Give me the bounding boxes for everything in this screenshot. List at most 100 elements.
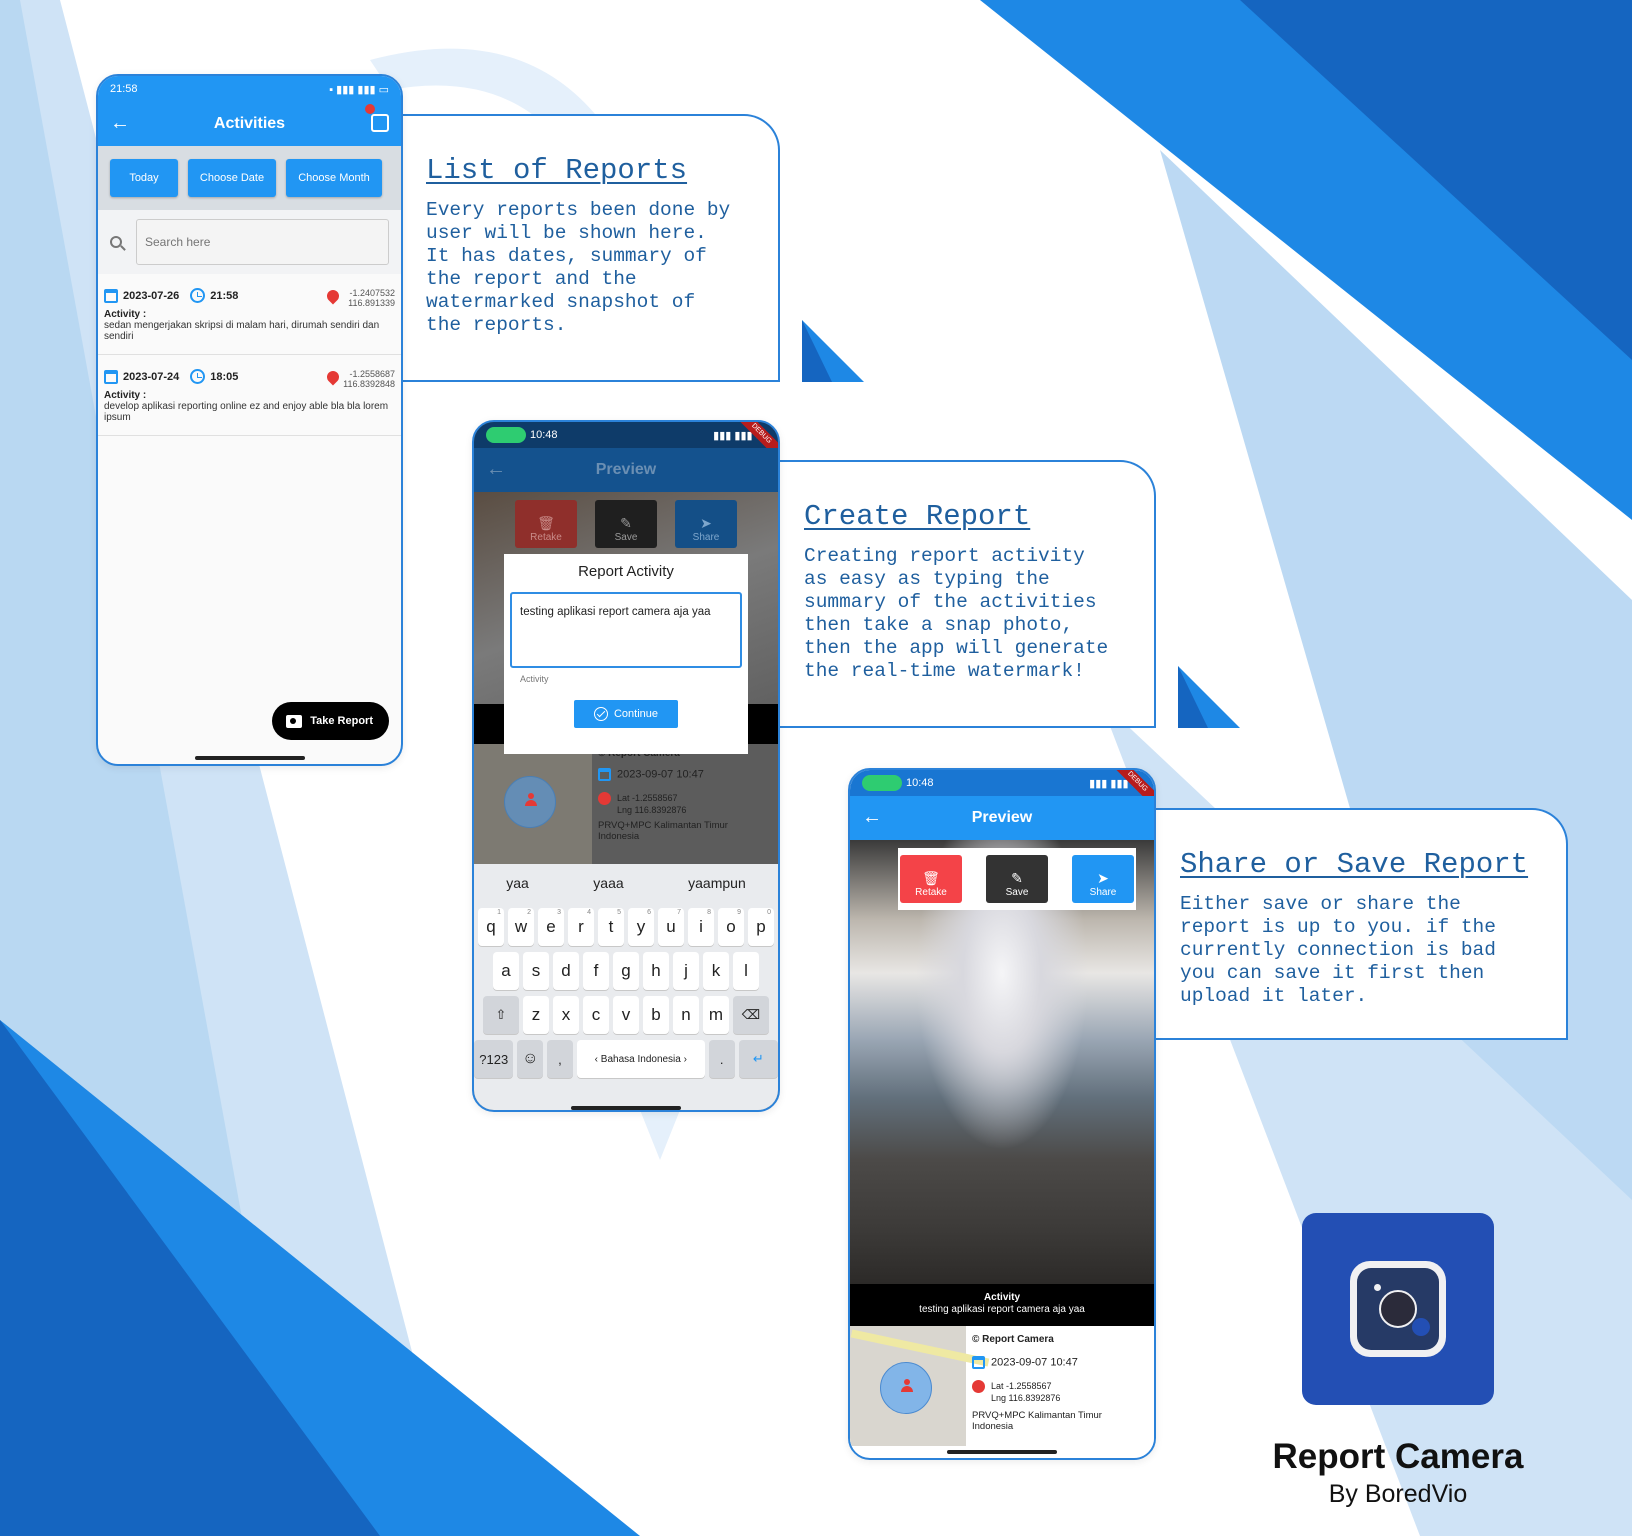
status-time: 10:48 bbox=[530, 428, 558, 441]
key-k[interactable]: k bbox=[703, 952, 729, 990]
lat-value: Lat -1.2558567 bbox=[991, 1380, 1052, 1391]
key-hint: 4 bbox=[587, 909, 591, 916]
take-report-button[interactable]: Take Report bbox=[272, 702, 389, 740]
key-a[interactable]: a bbox=[493, 952, 519, 990]
activity-text: testing aplikasi report camera aja yaa bbox=[919, 1304, 1085, 1315]
save-button[interactable]: ✎ Save bbox=[986, 855, 1048, 903]
trash-icon: 🗑 bbox=[537, 515, 555, 531]
share-label: Share bbox=[692, 532, 720, 543]
key-g[interactable]: g bbox=[613, 952, 639, 990]
key-d[interactable]: d bbox=[553, 952, 579, 990]
key-i[interactable]: i8 bbox=[688, 908, 714, 946]
key-hint: 9 bbox=[737, 909, 741, 916]
key-b[interactable]: b bbox=[643, 996, 669, 1034]
key-label: o bbox=[726, 917, 736, 936]
key-q[interactable]: q1 bbox=[478, 908, 504, 946]
suggestion-bar: yaa yaaa yaampun bbox=[474, 864, 778, 902]
key-row-4: ?123 ☺ , ‹ Bahasa Indonesia › . ↵ bbox=[474, 1040, 778, 1078]
today-button[interactable]: Today bbox=[110, 159, 178, 197]
suggestion[interactable]: yaampun bbox=[688, 875, 746, 891]
key-m[interactable]: m bbox=[703, 996, 729, 1034]
choose-month-button[interactable]: Choose Month bbox=[286, 159, 382, 197]
key-p[interactable]: p0 bbox=[748, 908, 774, 946]
camera-icon bbox=[286, 714, 303, 728]
comma-key[interactable]: , bbox=[547, 1040, 573, 1078]
key-v[interactable]: v bbox=[613, 996, 639, 1034]
share-label: Share bbox=[1089, 887, 1117, 898]
save-button[interactable]: ✎ Save bbox=[595, 500, 657, 548]
key-x[interactable]: x bbox=[553, 996, 579, 1034]
key-e[interactable]: e3 bbox=[538, 908, 564, 946]
callout-title: Share or Save Report bbox=[1180, 848, 1529, 881]
continue-button[interactable]: Continue bbox=[574, 700, 678, 728]
report-list-item[interactable]: 2023-07-26 21:58 -1.2407532 116.891339 A… bbox=[98, 274, 401, 355]
status-bar: 10:48 ▮▮▮ ▮▮▮ ▭ bbox=[474, 422, 778, 448]
share-button[interactable]: ➤ Share bbox=[1072, 855, 1134, 903]
key-u[interactable]: u7 bbox=[658, 908, 684, 946]
choose-date-button[interactable]: Choose Date bbox=[188, 159, 276, 197]
back-arrow-icon[interactable]: ← bbox=[862, 806, 882, 828]
key-hint: 2 bbox=[527, 909, 531, 916]
key-label: p bbox=[756, 917, 766, 936]
back-arrow-icon[interactable]: ← bbox=[110, 112, 130, 134]
activity-input[interactable]: testing aplikasi report camera aja yaa bbox=[510, 592, 742, 668]
key-j[interactable]: j bbox=[673, 952, 699, 990]
retake-button[interactable]: 🗑 Retake bbox=[900, 855, 962, 903]
watermark-panel: © Report Camera 2023-09-07 10:47 Lat -1.… bbox=[850, 1326, 1154, 1456]
enter-key[interactable]: ↵ bbox=[738, 1040, 778, 1078]
period-key[interactable]: . bbox=[708, 1040, 735, 1078]
app-author: By BoredVio bbox=[1328, 1480, 1468, 1508]
key-l[interactable]: l bbox=[733, 952, 759, 990]
key-f[interactable]: f bbox=[583, 952, 609, 990]
key-y[interactable]: y6 bbox=[628, 908, 654, 946]
watermark-coords: Lat -1.2558567 Lng 116.8392876 bbox=[598, 792, 686, 816]
key-t[interactable]: t5 bbox=[598, 908, 624, 946]
callout-share-save-report: Share or Save Report Either save or shar… bbox=[1156, 808, 1568, 1040]
watermark-address: PRVQ+MPC Kalimantan Timur Indonesia bbox=[972, 1410, 1102, 1432]
watermark-brand: © Report Camera bbox=[972, 1334, 1054, 1345]
activity-input-label: Activity bbox=[520, 674, 549, 684]
dialog-title: Report Activity bbox=[578, 563, 674, 580]
status-time: 21:58 bbox=[110, 83, 138, 95]
key-n[interactable]: n bbox=[673, 996, 699, 1034]
checklist-icon[interactable] bbox=[371, 114, 389, 132]
emoji-key[interactable]: ☺ bbox=[517, 1040, 544, 1078]
symbols-key[interactable]: ?123 bbox=[474, 1040, 514, 1078]
report-date: 2023-07-24 bbox=[123, 370, 180, 383]
retake-button[interactable]: 🗑 Retake bbox=[515, 500, 577, 548]
report-list-item[interactable]: 2023-07-24 18:05 -1.2558687 116.8392848 … bbox=[98, 355, 401, 436]
key-c[interactable]: c bbox=[583, 996, 609, 1034]
phone-activities-screen: 21:58 ▪ ▮▮▮ ▮▮▮ ▭ ← Activities Today Cho… bbox=[96, 74, 403, 766]
key-h[interactable]: h bbox=[643, 952, 669, 990]
key-z[interactable]: z bbox=[523, 996, 549, 1034]
key-s[interactable]: s bbox=[523, 952, 549, 990]
datetime-value: 2023-09-07 10:47 bbox=[991, 1356, 1078, 1369]
key-w[interactable]: w2 bbox=[508, 908, 534, 946]
key-o[interactable]: o9 bbox=[718, 908, 744, 946]
key-r[interactable]: r4 bbox=[568, 908, 594, 946]
screen-record-pill bbox=[862, 775, 902, 791]
space-key[interactable]: ‹ Bahasa Indonesia › bbox=[576, 1040, 705, 1078]
back-arrow-icon[interactable]: ← bbox=[486, 458, 506, 480]
key-row-3: ⇧ z x c v b nm ⌫ bbox=[474, 996, 778, 1034]
page-title: Preview bbox=[971, 809, 1033, 826]
suggestion[interactable]: yaaa bbox=[593, 875, 623, 891]
calendar-icon bbox=[598, 768, 611, 781]
key-label: y bbox=[636, 917, 646, 936]
search-input[interactable] bbox=[136, 219, 389, 265]
watermark-address: PRVQ+MPC Kalimantan Timur Indonesia bbox=[598, 820, 728, 842]
shift-key[interactable]: ⇧ bbox=[483, 996, 519, 1034]
notification-badge bbox=[365, 104, 375, 114]
home-indicator bbox=[194, 756, 305, 760]
key-label: i bbox=[699, 917, 703, 936]
share-button[interactable]: ➤ Share bbox=[675, 500, 737, 548]
person-pin-icon bbox=[972, 1380, 985, 1393]
save-icon: ✎ bbox=[620, 515, 632, 531]
key-hint: 3 bbox=[557, 909, 561, 916]
backspace-key[interactable]: ⌫ bbox=[733, 996, 769, 1034]
suggestion[interactable]: yaa bbox=[506, 875, 529, 891]
key-label: u bbox=[666, 917, 676, 936]
clock-icon bbox=[190, 369, 206, 384]
key-label: j bbox=[684, 961, 688, 980]
take-report-label: Take Report bbox=[310, 715, 373, 727]
